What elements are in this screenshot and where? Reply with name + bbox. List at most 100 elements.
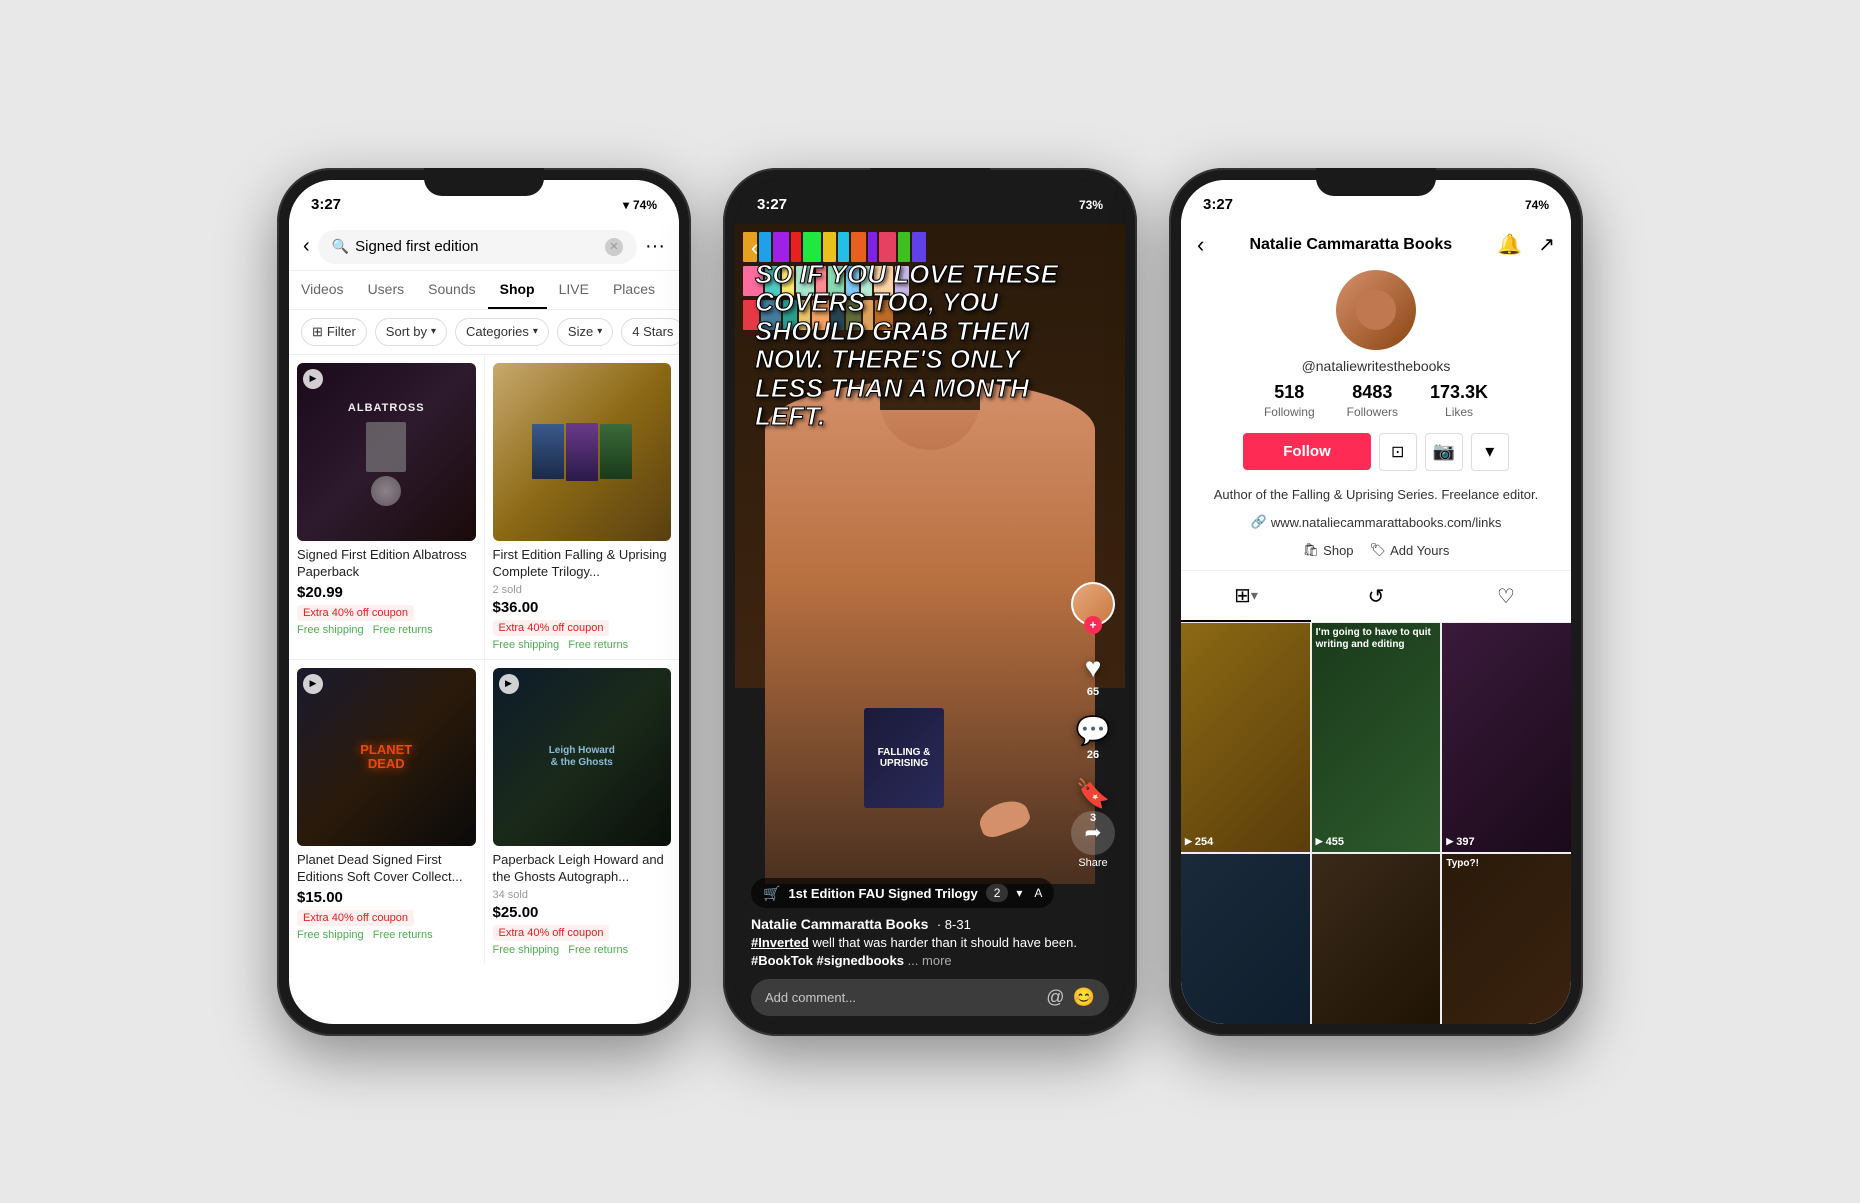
count-1: 254	[1195, 836, 1213, 848]
video-back-button[interactable]: ‹	[751, 235, 758, 261]
video-thumb-1[interactable]: ▶ 254	[1181, 623, 1310, 852]
shop-badge[interactable]: 🛒 1st Edition FAU Signed Trilogy 2 ▾ A	[751, 878, 1054, 908]
tab-users[interactable]: Users	[356, 271, 417, 309]
tab-places[interactable]: Places	[601, 271, 667, 309]
like-count: 65	[1087, 686, 1099, 698]
video-username: Natalie Cammaratta Books	[751, 916, 928, 932]
filter-button[interactable]: ⊞ Filter	[301, 318, 367, 346]
book-spine	[912, 232, 926, 262]
categories-button[interactable]: Categories ▾	[455, 318, 549, 346]
bell-icon[interactable]: 🔔	[1497, 232, 1522, 257]
product-thumb-ghosts: Leigh Howard& the Ghosts ▶	[493, 668, 672, 847]
play-icon-1: ▶	[1185, 836, 1192, 847]
product-coupon-albatross: Extra 40% off coupon	[297, 605, 414, 621]
tab-repost[interactable]: ↺	[1311, 571, 1441, 622]
play-icon-2: ▶	[1316, 836, 1323, 847]
shop-item[interactable]: 🛍 Shop	[1303, 542, 1354, 558]
heart-icon: ♥	[1085, 652, 1102, 684]
followers-stat[interactable]: 8483 Followers	[1347, 382, 1398, 421]
bookmark-button[interactable]: 🔖 3	[1076, 777, 1111, 824]
share-label: Share	[1078, 857, 1107, 869]
clear-button[interactable]: ✕	[605, 238, 623, 256]
follow-plus-icon[interactable]: +	[1084, 616, 1102, 634]
product-shipping-albatross: Free shipping Free returns	[297, 624, 476, 636]
profile-nav: ‹ Natalie Cammaratta Books 🔔 ↗	[1197, 232, 1555, 258]
video-thumb-5[interactable]: ▶ 568	[1312, 854, 1441, 1024]
phone-screen: 3:27 ▾ 74% ‹ 🔍 Signed first edition ✕ ··…	[289, 180, 679, 1024]
search-input-wrap[interactable]: 🔍 Signed first edition ✕	[318, 230, 637, 264]
video-thumb-3[interactable]: ▶ 397	[1442, 623, 1571, 852]
grid-icon: ⊞	[1234, 583, 1251, 608]
profile-link[interactable]: 🔗 www.nataliecammarattabooks.com/links	[1251, 514, 1502, 530]
tab-hashtags[interactable]: Hashtags	[667, 271, 679, 309]
shipping-label: Free shipping	[297, 929, 364, 941]
tab-grid[interactable]: ⊞ ▾	[1181, 571, 1311, 622]
comment-input[interactable]: Add comment... @ 😊	[751, 979, 1109, 1016]
add-yours-item[interactable]: 🏷 Add Yours	[1370, 542, 1450, 558]
video-thumb-4[interactable]: ▶ 898	[1181, 854, 1310, 1024]
shop-arrow-icon: ▾	[1016, 886, 1022, 900]
albatross-deco	[371, 476, 401, 506]
book1	[532, 424, 564, 479]
videos-grid: ▶ 254 I'm going to have to quit writing …	[1181, 623, 1571, 1024]
book-spine	[868, 232, 877, 262]
tiktok-filter-button[interactable]: ⊡	[1379, 433, 1417, 471]
product-shipping-planetdead: Free shipping Free returns	[297, 929, 476, 941]
link-icon: 🔗	[1251, 514, 1267, 530]
video-count-3: ▶ 397	[1446, 836, 1474, 848]
count-2: 455	[1326, 836, 1344, 848]
back-button[interactable]: ‹	[303, 235, 310, 258]
book-spine	[791, 232, 801, 262]
instagram-button[interactable]: 📷	[1425, 433, 1463, 471]
product-card-albatross[interactable]: ALBATROSS ▶ Signed First Edition Albatro…	[289, 355, 484, 659]
time-3: 3:27	[1203, 196, 1233, 213]
hand-pointing	[975, 795, 1032, 840]
sort-by-button[interactable]: Sort by ▾	[375, 318, 447, 346]
search-icon: 🔍	[332, 238, 349, 255]
follow-button[interactable]: Follow	[1243, 433, 1371, 470]
video-actions: + ♥ 65 💬 26 🔖 3	[1071, 582, 1115, 824]
filter-icon: ⊞	[312, 324, 323, 340]
more-options-button[interactable]: ▾	[1471, 433, 1509, 471]
hashtag-signedbooks: #signedbooks	[817, 953, 904, 968]
tab-live[interactable]: LIVE	[547, 271, 601, 309]
tab-videos[interactable]: Videos	[289, 271, 356, 309]
video-count-2: ▶ 455	[1316, 836, 1344, 848]
stars-button[interactable]: 4 Stars	[621, 318, 679, 346]
shelf-row-1	[743, 232, 1117, 262]
comment-count: 26	[1087, 749, 1099, 761]
book-spine	[823, 232, 836, 262]
avatar-image	[1336, 270, 1416, 350]
comment-button[interactable]: 💬 26	[1076, 714, 1111, 761]
video-thumb-2[interactable]: I'm going to have to quit writing and ed…	[1312, 623, 1441, 852]
ghosts-image: Leigh Howard& the Ghosts	[493, 668, 672, 847]
battery-icon: 73%	[1079, 198, 1103, 212]
filter-row: ⊞ Filter Sort by ▾ Categories ▾ Size ▾ 4…	[289, 310, 679, 355]
like-button[interactable]: ♥ 65	[1085, 652, 1102, 698]
product-card-trilogy[interactable]: First Edition Falling & Uprising Complet…	[485, 355, 680, 659]
play-icon-ghosts: ▶	[499, 674, 519, 694]
status-bar-2: 3:27 73%	[735, 180, 1125, 224]
play-icon-planetdead: ▶	[303, 674, 323, 694]
more-icon[interactable]: ···	[645, 235, 665, 258]
chevron-down-icon: ▾	[1485, 441, 1494, 462]
following-stat[interactable]: 518 Following	[1264, 382, 1315, 421]
tab-liked[interactable]: ♡	[1441, 571, 1571, 622]
product-card-planetdead[interactable]: PLANETDEAD ▶ Planet Dead Signed First Ed…	[289, 660, 484, 964]
likes-stat[interactable]: 173.3K Likes	[1430, 382, 1488, 421]
categories-arrow-icon: ▾	[533, 326, 538, 337]
profile-avatar	[1336, 270, 1416, 350]
tab-shop[interactable]: Shop	[488, 271, 547, 309]
profile-header: ‹ Natalie Cammaratta Books 🔔 ↗ @nataliew…	[1181, 224, 1571, 572]
profile-back-button[interactable]: ‹	[1197, 232, 1204, 258]
profile-stats: 518 Following 8483 Followers 173.3K Like…	[1264, 382, 1488, 421]
share-profile-icon[interactable]: ↗	[1538, 232, 1555, 257]
video-thumb-6[interactable]: Typo?! ▶ 1043	[1442, 854, 1571, 1024]
product-price-planetdead: $15.00	[297, 889, 476, 906]
product-card-ghosts[interactable]: Leigh Howard& the Ghosts ▶ Paperback Lei…	[485, 660, 680, 964]
caption-more[interactable]: ... more	[908, 953, 952, 968]
size-button[interactable]: Size ▾	[557, 318, 613, 346]
tab-sounds[interactable]: Sounds	[416, 271, 487, 309]
shop-extra: A	[1034, 886, 1042, 900]
search-query: Signed first edition	[355, 238, 599, 255]
